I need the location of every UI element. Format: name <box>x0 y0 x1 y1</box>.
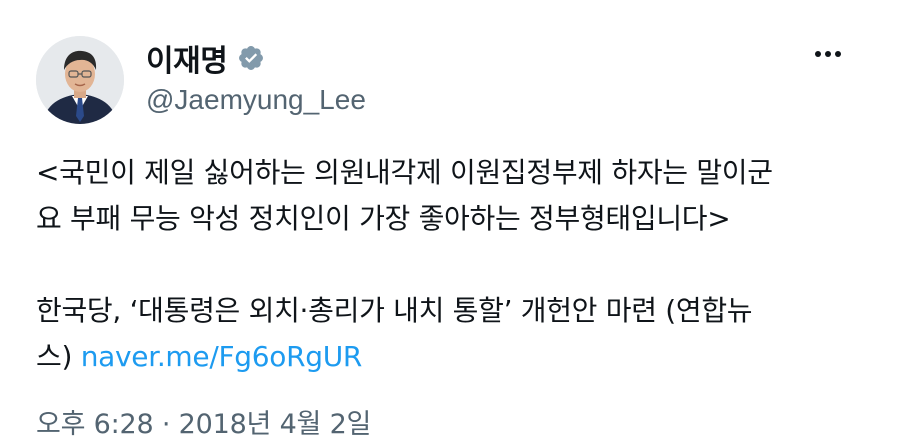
tweet-card: 이재명 @Jaemyung_Lee <국민이 제일 싫어하는 의원내각제 이원집… <box>0 0 900 445</box>
tweet-text-line: <국민이 제일 싫어하는 의원내각제 이원집정부제 하자는 말이군 <box>36 156 773 189</box>
display-name[interactable]: 이재명 <box>146 36 228 80</box>
tweet-text-line: 스) naver.me/Fg6oRgUR <box>36 334 866 380</box>
tweet-timestamp[interactable]: 오후 6:28 · 2018년 4월 2일 <box>36 402 371 441</box>
verified-badge-icon <box>237 44 265 72</box>
tweet-text-line: 요 부패 무능 악성 정치인이 가장 좋아하는 정부형태입니다> <box>36 202 731 235</box>
more-horizontal-icon <box>815 51 821 57</box>
shared-link[interactable]: naver.me/Fg6oRgUR <box>81 340 363 373</box>
more-horizontal-icon <box>825 51 831 57</box>
avatar-photo <box>36 36 124 124</box>
author-name-row: 이재명 <box>146 36 265 80</box>
tweet-text-fragment: 스) <box>36 340 81 373</box>
tweet-text-line: 한국당, ‘대통령은 외치·총리가 내치 통할’ 개헌안 마련 (연합뉴 <box>36 294 753 327</box>
tweet-text: <국민이 제일 싫어하는 의원내각제 이원집정부제 하자는 말이군 요 부패 무… <box>36 150 866 380</box>
author-handle[interactable]: @Jaemyung_Lee <box>146 84 366 116</box>
more-options-button[interactable] <box>806 34 850 74</box>
avatar[interactable] <box>36 36 124 124</box>
more-horizontal-icon <box>835 51 841 57</box>
